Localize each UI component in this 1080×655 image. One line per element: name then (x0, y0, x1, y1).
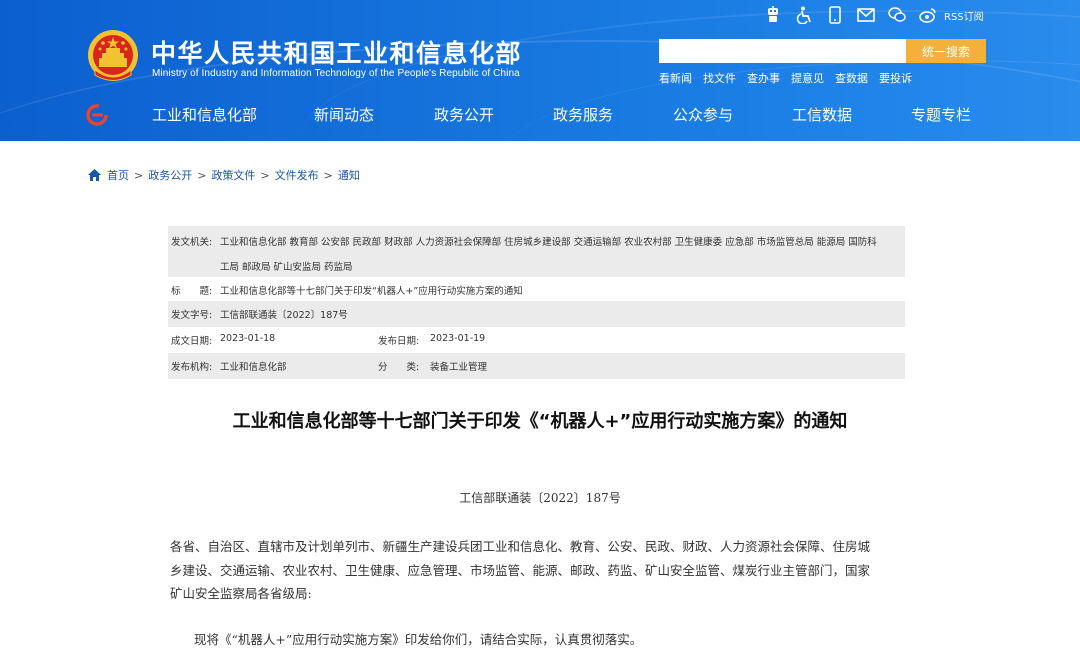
published-date-label: 发布日期: (378, 336, 420, 347)
breadcrumb-separator: > (197, 168, 207, 182)
article-addressee: 各省、自治区、直辖市及计划单列市、新疆生产建设兵团工业和信息化、教育、公安、民政… (170, 535, 910, 606)
issuer-label: 发文机关: (171, 237, 213, 248)
nav-item-government-services[interactable]: 政务服务 (553, 104, 613, 126)
article-doc-number: 工信部联通装〔2022〕187号 (459, 491, 621, 505)
addressee-line: 乡建设、交通运输、农业农村、卫生健康、应急管理、市场监管、能源、邮政、药监、矿山… (170, 562, 871, 578)
quick-link-data[interactable]: 查数据 (835, 70, 868, 86)
mobile-icon[interactable] (826, 6, 844, 24)
publishing-org-value: 工业和信息化部 (220, 362, 287, 373)
title-label: 标 题: (171, 286, 213, 297)
nav-item-ministry[interactable]: 工业和信息化部 (152, 104, 257, 126)
article-body-paragraph: 现将《“机器人+”应用行动实施方案》印发给你们，请结合实际，认真贯彻落实。 (194, 632, 643, 647)
created-date-label: 成文日期: (171, 336, 213, 347)
addressee-line: 各省、自治区、直辖市及计划单列市、新疆生产建设兵团工业和信息化、教育、公安、民政… (170, 539, 871, 554)
breadcrumb-home[interactable]: 首页 (107, 167, 129, 183)
issuer-value: 工业和信息化部 教育部 公安部 民政部 财政部 人力资源社会保障部 住房城乡建设… (220, 237, 877, 248)
national-emblem-icon[interactable] (87, 28, 139, 84)
meta-row-title: 标 题: 工业和信息化部等十七部门关于印发“机器人+”应用行动实施方案的通知 (168, 277, 905, 301)
document-metadata: 发文机关: 工业和信息化部 教育部 公安部 民政部 财政部 人力资源社会保障部 … (168, 226, 905, 379)
breadcrumb-separator: > (134, 168, 144, 182)
mail-icon[interactable] (857, 6, 875, 24)
published-date-value: 2023-01-19 (430, 333, 486, 344)
breadcrumb-notice[interactable]: 通知 (338, 167, 360, 183)
addressee-line: 矿山安全监察局各省级局: (170, 586, 312, 601)
site-title-english[interactable]: Ministry of Industry and Information Tec… (152, 68, 520, 79)
publishing-org-label: 发布机构: (171, 362, 213, 373)
breadcrumb-document-release[interactable]: 文件发布 (275, 167, 319, 183)
rss-subscribe-link[interactable]: RSS订阅 (944, 8, 984, 23)
home-icon[interactable] (88, 169, 101, 181)
nav-item-news[interactable]: 新闻动态 (314, 104, 374, 126)
nav-item-data[interactable]: 工信数据 (792, 104, 852, 126)
breadcrumb-separator: > (260, 168, 270, 182)
created-date-value: 2023-01-18 (220, 333, 276, 344)
weibo-icon[interactable] (919, 6, 937, 24)
main-nav: 工业和信息化部 新闻动态 政务公开 政务服务 公众参与 工信数据 专题专栏 (0, 104, 1080, 126)
unified-search-button[interactable]: 统一搜索 (906, 39, 986, 63)
breadcrumb-policy-documents[interactable]: 政策文件 (211, 167, 255, 183)
meta-row-doc-number: 发文字号: 工信部联通装〔2022〕187号 (168, 301, 905, 327)
doc-number-label: 发文字号: (171, 310, 213, 321)
site-title[interactable]: 中华人民共和国工业和信息化部 (151, 34, 522, 70)
issuer-value-continued: 工局 邮政局 矿山安监局 药监局 (220, 262, 353, 273)
breadcrumb-separator: > (323, 168, 333, 182)
category-value: 装备工业管理 (430, 362, 488, 373)
doc-number-value: 工信部联通装〔2022〕187号 (220, 310, 348, 321)
quick-link-services[interactable]: 查办事 (747, 70, 780, 86)
meta-row-dates: 成文日期: 2023-01-18 发布日期: 2023-01-19 (168, 327, 905, 353)
title-value: 工业和信息化部等十七部门关于印发“机器人+”应用行动实施方案的通知 (220, 286, 523, 297)
nav-item-special-topics[interactable]: 专题专栏 (911, 104, 971, 126)
quick-link-news[interactable]: 看新闻 (659, 70, 692, 86)
meta-row-issuer: 发文机关: 工业和信息化部 教育部 公安部 民政部 财政部 人力资源社会保障部 … (168, 226, 905, 277)
wechat-icon[interactable] (888, 6, 906, 24)
meta-row-org-category: 发布机构: 工业和信息化部 分 类: 装备工业管理 (168, 353, 905, 379)
quick-link-complaint[interactable]: 要投诉 (879, 70, 912, 86)
utility-icons: RSS订阅 (764, 4, 984, 26)
robot-icon[interactable] (764, 6, 782, 24)
nav-item-government-affairs[interactable]: 政务公开 (434, 104, 494, 126)
search-input[interactable] (659, 39, 906, 63)
quick-link-feedback[interactable]: 提意见 (791, 70, 824, 86)
quick-link-files[interactable]: 找文件 (703, 70, 736, 86)
article-title: 工业和信息化部等十七部门关于印发《“机器人+”应用行动实施方案》的通知 (232, 411, 848, 432)
breadcrumb: 首页 > 政务公开 > 政策文件 > 文件发布 > 通知 (88, 167, 360, 183)
nav-item-public-participation[interactable]: 公众参与 (673, 104, 733, 126)
quick-links: 看新闻 找文件 查办事 提意见 查数据 要投诉 (659, 70, 923, 86)
site-header: 中华人民共和国工业和信息化部 Ministry of Industry and … (0, 0, 1080, 141)
category-label: 分 类: (378, 362, 420, 373)
accessibility-icon[interactable] (795, 6, 813, 24)
breadcrumb-government-affairs[interactable]: 政务公开 (148, 167, 192, 183)
